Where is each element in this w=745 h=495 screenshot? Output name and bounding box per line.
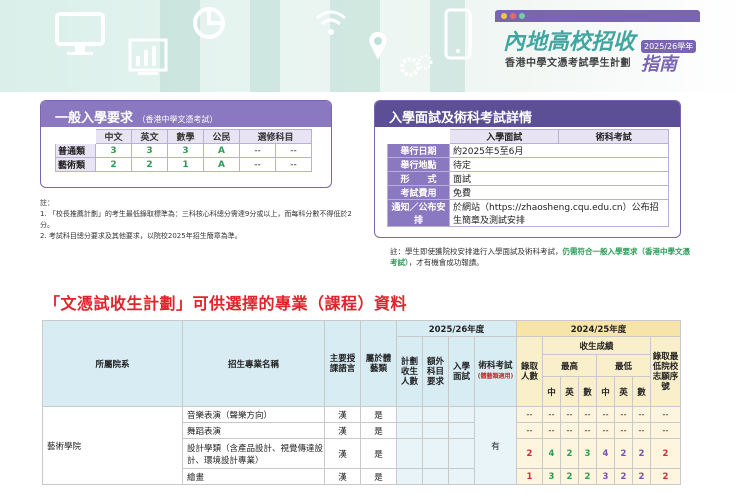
col-language: 主要授課語言 bbox=[324, 320, 361, 407]
banner: 內地高校招收 2025/26學年 香港中學文憑考試學生計劃 指南 bbox=[0, 0, 745, 92]
col-lowest: 最低 bbox=[596, 354, 651, 377]
logo-subtitle: 香港中學文憑考試學生計劃 bbox=[505, 58, 631, 69]
table-row: 藝術類 221A -- -- bbox=[55, 157, 312, 172]
school-name: 藝術學院 bbox=[42, 406, 183, 485]
interview-table: 入學面試 術科考試 舉行日期 約2025年5至6月 舉行地點 待定 形 式面試 考試費… bbox=[387, 129, 669, 227]
table-row: 形 式面試 bbox=[387, 171, 669, 186]
gear-icon bbox=[400, 54, 433, 77]
wifi-icon bbox=[316, 10, 346, 35]
col-interview: 入學面試 bbox=[448, 336, 475, 407]
col-extra: 額外科目要求 bbox=[422, 336, 449, 407]
art-exam-value: 有 bbox=[474, 406, 517, 485]
table-row: 考試費用 免費 bbox=[387, 185, 669, 200]
logo-guide: 指南 bbox=[641, 54, 677, 75]
general-requirements-title: 一般入學要求 （香港中學文憑考試） bbox=[41, 101, 331, 127]
interview-details-card: 入學面試及術科考試詳情 入學面試 術科考試 舉行日期 約2025年5至6月 舉行地點… bbox=[374, 100, 681, 238]
interview-details-title: 入學面試及術科考試詳情 bbox=[375, 101, 680, 127]
table-row: 舉行地點 待定 bbox=[387, 157, 669, 172]
pie-chart-icon bbox=[193, 7, 225, 39]
programme-guide-logo: 內地高校招收 2025/26學年 香港中學文憑考試學生計劃 指南 bbox=[495, 10, 700, 75]
col-sports: 屬於體藝類 bbox=[360, 320, 397, 407]
section-title: 「文憑試收生計劃」可供選擇的專業（課程）資料 bbox=[44, 294, 408, 313]
programme-table: 所屬院系 招生專業名稱 主要授課語言 屬於體藝類 2025/26年度 2024/… bbox=[42, 320, 681, 485]
table-row: 藝術學院 音樂表演（聲樂方向） 漢是 有 -- -- -- -- -- -- -- -- bbox=[42, 406, 681, 485]
year-current: 2025/26年度 bbox=[396, 320, 517, 337]
location-pin-icon bbox=[369, 32, 387, 60]
general-requirements-card: 一般入學要求 （香港中學文憑考試） 中文 英文 數學 公民 選修科目 普通類 333A… bbox=[40, 100, 332, 188]
col-admitted: 錄取人數 bbox=[516, 336, 543, 407]
logo-title: 內地高校招收 bbox=[503, 29, 636, 55]
phone-icon bbox=[444, 8, 472, 60]
table-row: 通知／公布安排 於網站（https://zhaosheng.cqu.edu.cn）… bbox=[387, 199, 669, 227]
col-order: 錄取最低院校志願序號 bbox=[650, 336, 681, 407]
monitor-icon bbox=[55, 12, 105, 55]
col-highest: 最高 bbox=[542, 354, 597, 377]
requirements-notes: 註： 1. 「校長推薦計劃」的考生最低錄取標準為：三科核心科總分需達9分或以上，… bbox=[40, 199, 352, 240]
table-row: 舉行日期 約2025年5至6月 bbox=[387, 143, 669, 158]
col-quota: 計劃收生人數 bbox=[396, 336, 423, 407]
year-previous: 2024/25年度 bbox=[516, 320, 681, 337]
table-row: 普通類 333A -- -- bbox=[55, 143, 312, 158]
chart-icon bbox=[128, 38, 168, 75]
requirements-table: 中文 英文 數學 公民 選修科目 普通類 333A -- -- 藝術類 221A -- -… bbox=[55, 129, 312, 172]
col-art-exam: 術科考試 (體藝類適用) bbox=[474, 336, 517, 407]
col-program: 招生專業名稱 bbox=[182, 320, 325, 407]
col-results: 收生成績 bbox=[542, 336, 651, 355]
interview-note: 註：學生即使獲院校安排進行入學面試及術科考試，仍需符合一般入學要求（香港中學文憑… bbox=[390, 247, 690, 267]
col-school: 所屬院系 bbox=[42, 320, 183, 407]
